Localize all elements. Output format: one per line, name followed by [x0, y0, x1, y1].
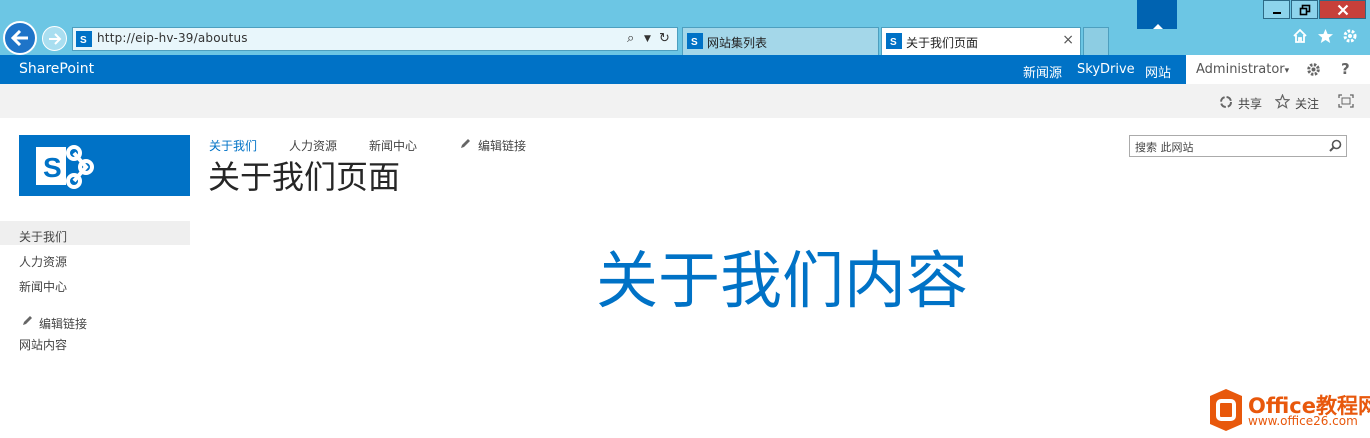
tab-label: 关于我们页面 [906, 36, 979, 50]
watermark: Office教程网 www.office26.com [1208, 386, 1370, 434]
search-placeholder: 搜索 此网站 [1135, 141, 1194, 154]
forward-button[interactable] [42, 26, 67, 51]
favorites-star-icon[interactable] [1317, 28, 1334, 44]
quick-launch-human-resources[interactable]: 人力资源 [19, 253, 67, 270]
share-button[interactable]: 共享 [1238, 95, 1262, 112]
edit-pencil-icon [461, 139, 470, 148]
search-input[interactable]: 搜索 此网站 [1129, 135, 1347, 157]
edit-pencil-icon [23, 316, 32, 325]
quick-launch-site-contents[interactable]: 网站内容 [19, 336, 67, 353]
office-logo-icon [1210, 389, 1242, 431]
svg-text:S: S [691, 37, 698, 48]
follow-button[interactable]: 关注 [1295, 95, 1319, 112]
follow-star-icon[interactable] [1275, 94, 1290, 109]
sharepoint-brand[interactable]: SharePoint [19, 61, 94, 77]
svg-text:S: S [80, 35, 87, 46]
sharepoint-favicon: S [687, 33, 703, 49]
back-button[interactable] [3, 21, 37, 55]
quick-launch-about-us[interactable]: 关于我们 [19, 228, 67, 245]
user-name: Administrator [1196, 62, 1285, 77]
help-icon[interactable]: ? [1341, 60, 1350, 78]
tab-about-us-page[interactable]: S 关于我们页面 × [881, 27, 1081, 55]
focus-mode-icon[interactable] [1338, 94, 1354, 108]
topnav-about-us[interactable]: 关于我们 [209, 137, 257, 154]
watermark-url: www.office26.com [1248, 414, 1358, 428]
minimize-icon [1272, 11, 1281, 14]
back-arrow-icon [11, 30, 28, 46]
topnav-human-resources[interactable]: 人力资源 [289, 137, 337, 154]
sharepoint-logo-icon: S [36, 145, 94, 189]
active-indicator-caret [1153, 24, 1163, 29]
search-icon[interactable]: ⌕ [627, 31, 634, 46]
search-icon[interactable] [1329, 139, 1342, 152]
ribbon-bar [0, 84, 1370, 118]
chevron-down-icon: ▾ [1284, 66, 1290, 76]
suite-link-sites[interactable]: 网站 [1145, 62, 1171, 81]
refresh-icon[interactable]: ↻ [659, 31, 670, 46]
page-content-text: 关于我们内容 [596, 244, 969, 317]
topnav-edit-links[interactable]: 编辑链接 [478, 137, 526, 154]
address-bar[interactable]: S http://eip-hv-39/aboutus ⌕ ▼ ↻ [72, 27, 678, 51]
close-window-button[interactable] [1319, 0, 1366, 19]
topnav-news-center[interactable]: 新闻中心 [369, 137, 417, 154]
sharepoint-favicon: S [76, 31, 92, 47]
page-title: 关于我们页面 [208, 158, 401, 196]
suite-link-newsfeed[interactable]: 新闻源 [1023, 62, 1062, 81]
tab-label: 网站集列表 [707, 36, 768, 50]
new-tab-button[interactable] [1083, 27, 1109, 55]
home-icon[interactable] [1292, 28, 1308, 44]
forward-arrow-icon [48, 32, 61, 45]
settings-gear-icon[interactable] [1306, 62, 1321, 77]
site-logo[interactable]: S [19, 135, 190, 196]
suite-link-skydrive[interactable]: SkyDrive [1077, 62, 1135, 77]
svg-text:S: S [890, 37, 897, 48]
svg-text:S: S [43, 152, 62, 183]
restore-button[interactable] [1291, 0, 1318, 19]
quick-launch-edit-links[interactable]: 编辑链接 [39, 315, 87, 332]
quick-launch-news-center[interactable]: 新闻中心 [19, 278, 67, 295]
address-url[interactable]: http://eip-hv-39/aboutus [97, 31, 248, 45]
user-menu[interactable]: Administrator▾ [1196, 62, 1289, 77]
sharepoint-favicon: S [886, 33, 902, 49]
tab-close-icon[interactable]: × [1062, 32, 1074, 48]
restore-icon [1299, 4, 1310, 15]
share-icon[interactable] [1219, 95, 1233, 109]
minimize-button[interactable] [1263, 0, 1290, 19]
close-icon [1337, 4, 1348, 15]
tab-site-collection-list[interactable]: S 网站集列表 [682, 27, 879, 55]
dropdown-icon[interactable]: ▼ [644, 34, 651, 44]
tools-gear-icon[interactable] [1342, 28, 1358, 44]
